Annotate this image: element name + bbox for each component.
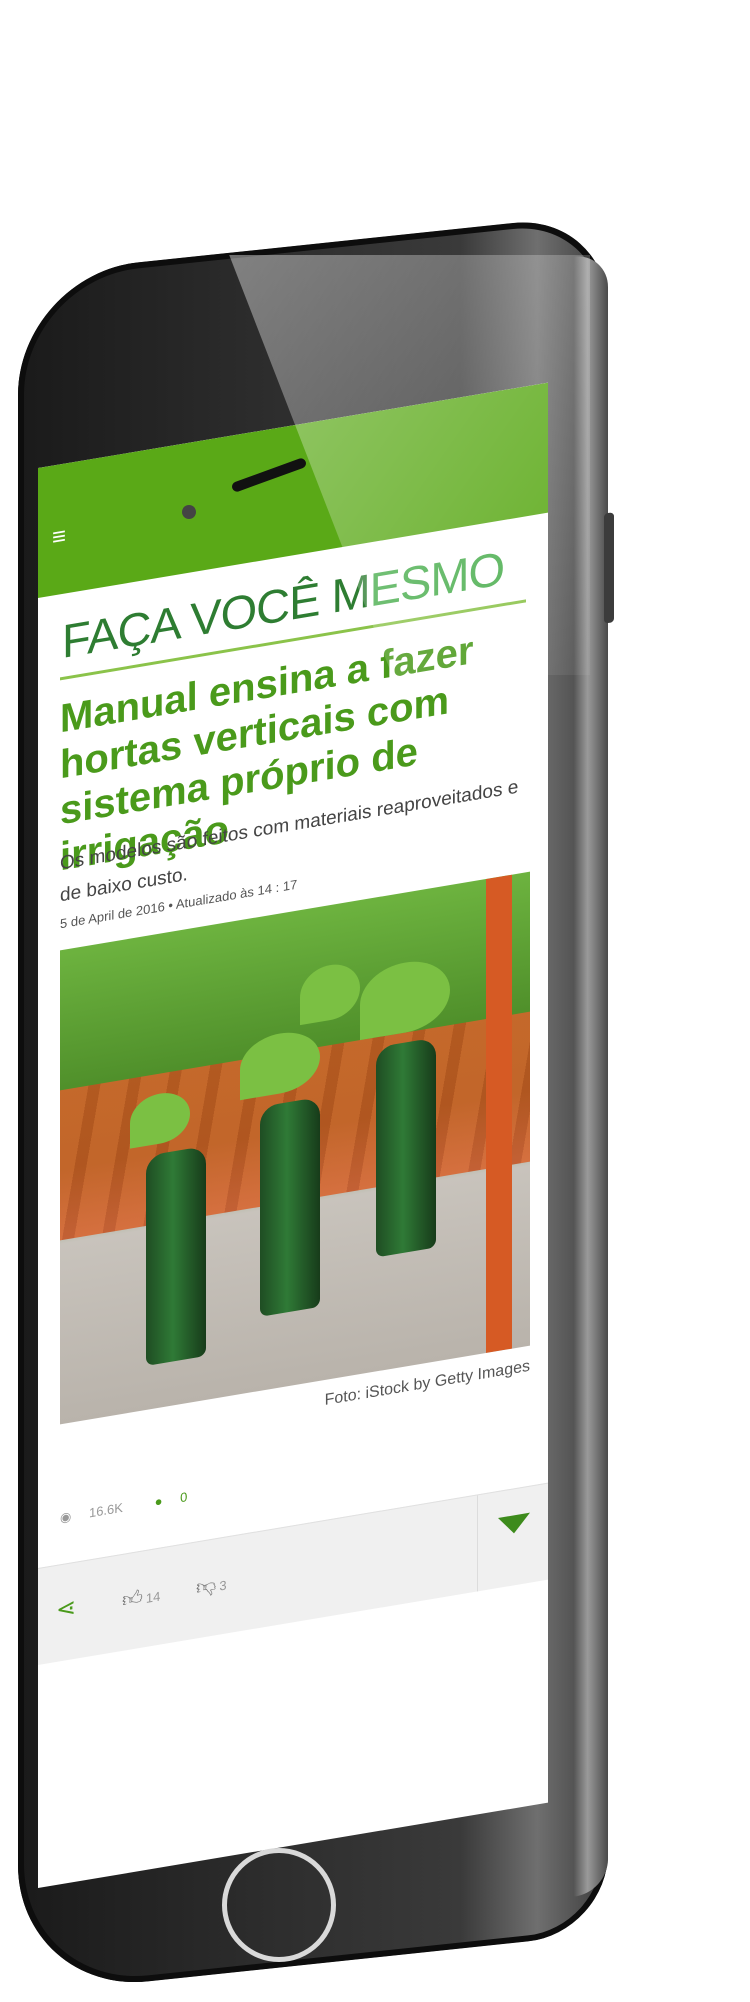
views-count: 16.6K <box>88 1499 123 1521</box>
article-stats: ◉ 16.6K ● 0 <box>60 1484 215 1526</box>
like-count: 14 <box>145 1588 161 1606</box>
dislike-button[interactable]: 👎︎ 3 <box>196 1571 227 1600</box>
dislike-count: 3 <box>219 1577 227 1594</box>
like-button[interactable]: 👍︎ 14 <box>122 1583 160 1613</box>
eye-icon: ◉ <box>60 1508 72 1526</box>
comment-icon: ● <box>154 1493 163 1510</box>
article-photo <box>60 871 530 1425</box>
volume-button <box>604 512 614 624</box>
hamburger-icon[interactable]: ≡ <box>52 522 76 551</box>
photo-bottle <box>376 1037 436 1258</box>
views-stat: ◉ 16.6K <box>60 1497 137 1526</box>
action-divider <box>477 1495 478 1592</box>
photo-bottle <box>260 1096 320 1317</box>
photo-post <box>486 874 512 1354</box>
comments-count: 0 <box>180 1489 188 1506</box>
thumbs-up-icon: 👍︎ <box>122 1586 143 1612</box>
photo-bottle <box>146 1145 206 1366</box>
front-camera <box>182 505 196 519</box>
photo-leaf <box>300 960 360 1026</box>
home-button[interactable] <box>222 1848 336 1962</box>
phone-edge <box>574 252 608 1897</box>
triangle-down-icon[interactable] <box>498 1512 530 1537</box>
share-icon[interactable]: ⋖ <box>56 1593 76 1625</box>
thumbs-down-icon: 👎︎ <box>196 1574 217 1600</box>
phone-screen: ≡ FAÇA VOCÊ MESMO Manual ensina a fazer … <box>38 382 548 1888</box>
comments-stat[interactable]: ● 0 <box>154 1487 202 1510</box>
